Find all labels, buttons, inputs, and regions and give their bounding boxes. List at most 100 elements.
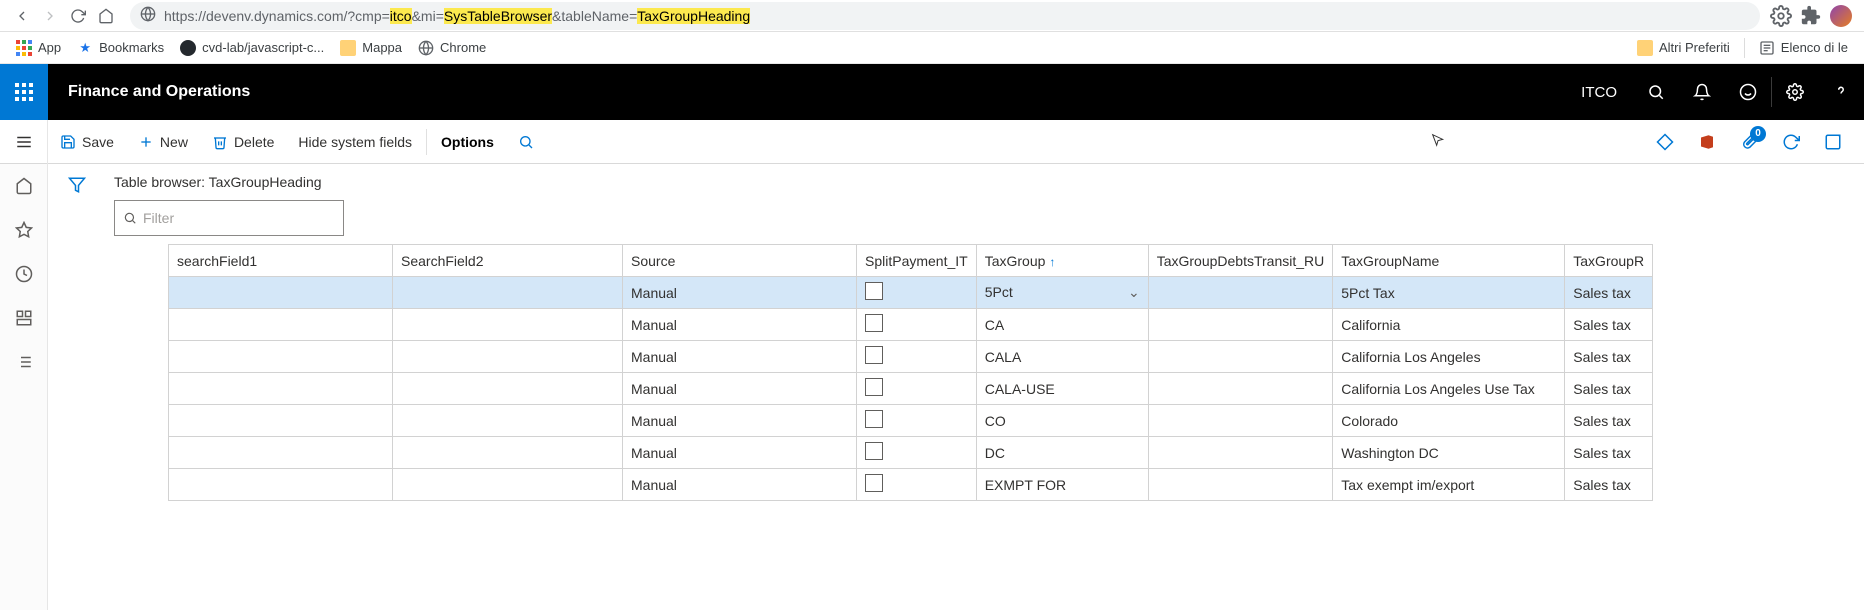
extension-settings-icon[interactable] (1770, 5, 1792, 27)
cell-debts[interactable] (1148, 405, 1333, 437)
table-row[interactable]: ManualCALA-USECalifornia Los Angeles Use… (169, 373, 1653, 405)
cell-name[interactable]: California Los Angeles (1333, 341, 1565, 373)
app-launcher-button[interactable] (0, 64, 48, 120)
rail-modules[interactable] (0, 340, 48, 384)
home-button[interactable] (92, 2, 120, 30)
extensions-puzzle-icon[interactable] (1800, 5, 1822, 27)
cell-source[interactable]: Manual (623, 277, 857, 309)
options-button[interactable]: Options (429, 120, 506, 164)
address-bar[interactable]: https://devenv.dynamics.com/?cmp=itco&mi… (130, 2, 1760, 30)
notifications-icon[interactable] (1679, 64, 1725, 120)
cell-sf1[interactable] (169, 437, 393, 469)
cell-source[interactable]: Manual (623, 469, 857, 501)
cell-debts[interactable] (1148, 373, 1333, 405)
col-searchfield1[interactable]: searchField1 (169, 245, 393, 277)
checkbox[interactable] (865, 410, 883, 428)
filter-input-wrapper[interactable] (114, 200, 344, 236)
forward-button[interactable] (36, 2, 64, 30)
new-button[interactable]: New (126, 120, 200, 164)
search-icon[interactable] (1633, 64, 1679, 120)
cell-name[interactable]: Tax exempt im/export (1333, 469, 1565, 501)
rail-workspaces[interactable] (0, 296, 48, 340)
cell-name[interactable]: California (1333, 309, 1565, 341)
checkbox[interactable] (865, 442, 883, 460)
cell-sf1[interactable] (169, 309, 393, 341)
bookmark-other-favorites[interactable]: Altri Preferiti (1629, 36, 1738, 60)
page-search-button[interactable] (506, 120, 546, 164)
refresh-button[interactable] (1772, 120, 1810, 164)
cell-sf1[interactable] (169, 373, 393, 405)
cell-taxgroup[interactable]: CALA-USE (976, 373, 1148, 405)
bookmark-mappa[interactable]: Mappa (332, 36, 410, 60)
cell-taxgroup[interactable]: CA (976, 309, 1148, 341)
col-splitpayment[interactable]: SplitPayment_IT (857, 245, 977, 277)
attachments-button[interactable]: 0 (1730, 120, 1768, 164)
cell-debts[interactable] (1148, 277, 1333, 309)
cell-split[interactable] (857, 309, 977, 341)
cell-round[interactable]: Sales tax (1565, 277, 1653, 309)
cell-split[interactable] (857, 341, 977, 373)
cell-round[interactable]: Sales tax (1565, 469, 1653, 501)
office-icon[interactable] (1688, 120, 1726, 164)
cell-sf2[interactable] (393, 469, 623, 501)
checkbox[interactable] (865, 346, 883, 364)
cell-sf2[interactable] (393, 437, 623, 469)
table-row[interactable]: Manual EXMPT FOR Tax exempt im/exportSales… (169, 469, 1653, 501)
col-searchfield2[interactable]: SearchField2 (393, 245, 623, 277)
cell-debts[interactable] (1148, 341, 1333, 373)
cell-round[interactable]: Sales tax (1565, 341, 1653, 373)
cell-split[interactable] (857, 277, 977, 309)
cell-sf1[interactable] (169, 277, 393, 309)
save-button[interactable]: Save (48, 120, 126, 164)
settings-icon[interactable] (1772, 64, 1818, 120)
cell-source[interactable]: Manual (623, 309, 857, 341)
cell-round[interactable]: Sales tax (1565, 405, 1653, 437)
cell-taxgroup[interactable]: EXMPT FOR (976, 469, 1148, 501)
cell-source[interactable]: Manual (623, 437, 857, 469)
cell-debts[interactable] (1148, 309, 1333, 341)
cell-taxgroup[interactable]: DC (976, 437, 1148, 469)
cell-name[interactable]: Washington DC (1333, 437, 1565, 469)
cell-sf1[interactable] (169, 341, 393, 373)
bookmark-chrome[interactable]: Chrome (410, 36, 494, 60)
checkbox[interactable] (865, 282, 883, 300)
cell-debts[interactable] (1148, 469, 1333, 501)
apps-button[interactable]: App (8, 36, 69, 60)
chevron-down-icon[interactable]: ⌄ (1128, 284, 1140, 301)
cell-split[interactable] (857, 469, 977, 501)
cell-sf2[interactable] (393, 277, 623, 309)
hide-system-fields-button[interactable]: Hide system fields (286, 120, 424, 164)
cell-name[interactable]: 5Pct Tax (1333, 277, 1565, 309)
back-button[interactable] (8, 2, 36, 30)
cell-name[interactable]: Colorado (1333, 405, 1565, 437)
power-apps-icon[interactable] (1646, 120, 1684, 164)
popout-button[interactable] (1814, 120, 1852, 164)
table-row[interactable]: Manual5Pct⌄5Pct TaxSales tax (169, 277, 1653, 309)
delete-button[interactable]: Delete (200, 120, 286, 164)
cell-split[interactable] (857, 373, 977, 405)
profile-avatar[interactable] (1830, 5, 1852, 27)
cell-split[interactable] (857, 437, 977, 469)
cell-split[interactable] (857, 405, 977, 437)
col-round[interactable]: TaxGroupR (1565, 245, 1653, 277)
menu-toggle-button[interactable] (0, 120, 48, 164)
table-row[interactable]: ManualCACaliforniaSales tax (169, 309, 1653, 341)
cell-sf1[interactable] (169, 405, 393, 437)
filter-input[interactable] (143, 210, 335, 226)
cell-source[interactable]: Manual (623, 373, 857, 405)
cell-taxgroup[interactable]: CO (976, 405, 1148, 437)
table-row[interactable]: ManualDCWashington DCSales tax (169, 437, 1653, 469)
company-label[interactable]: ITCO (1565, 84, 1633, 101)
feedback-icon[interactable] (1725, 64, 1771, 120)
cell-round[interactable]: Sales tax (1565, 373, 1653, 405)
cell-source[interactable]: Manual (623, 341, 857, 373)
bookmark-cvdlab[interactable]: cvd-lab/javascript-c... (172, 36, 332, 60)
rail-recent[interactable] (0, 252, 48, 296)
table-row[interactable]: ManualCALACalifornia Los AngelesSales ta… (169, 341, 1653, 373)
checkbox[interactable] (865, 378, 883, 396)
cell-sf2[interactable] (393, 405, 623, 437)
rail-favorites[interactable] (0, 208, 48, 252)
cell-sf1[interactable] (169, 469, 393, 501)
cell-sf2[interactable] (393, 309, 623, 341)
reload-button[interactable] (64, 2, 92, 30)
